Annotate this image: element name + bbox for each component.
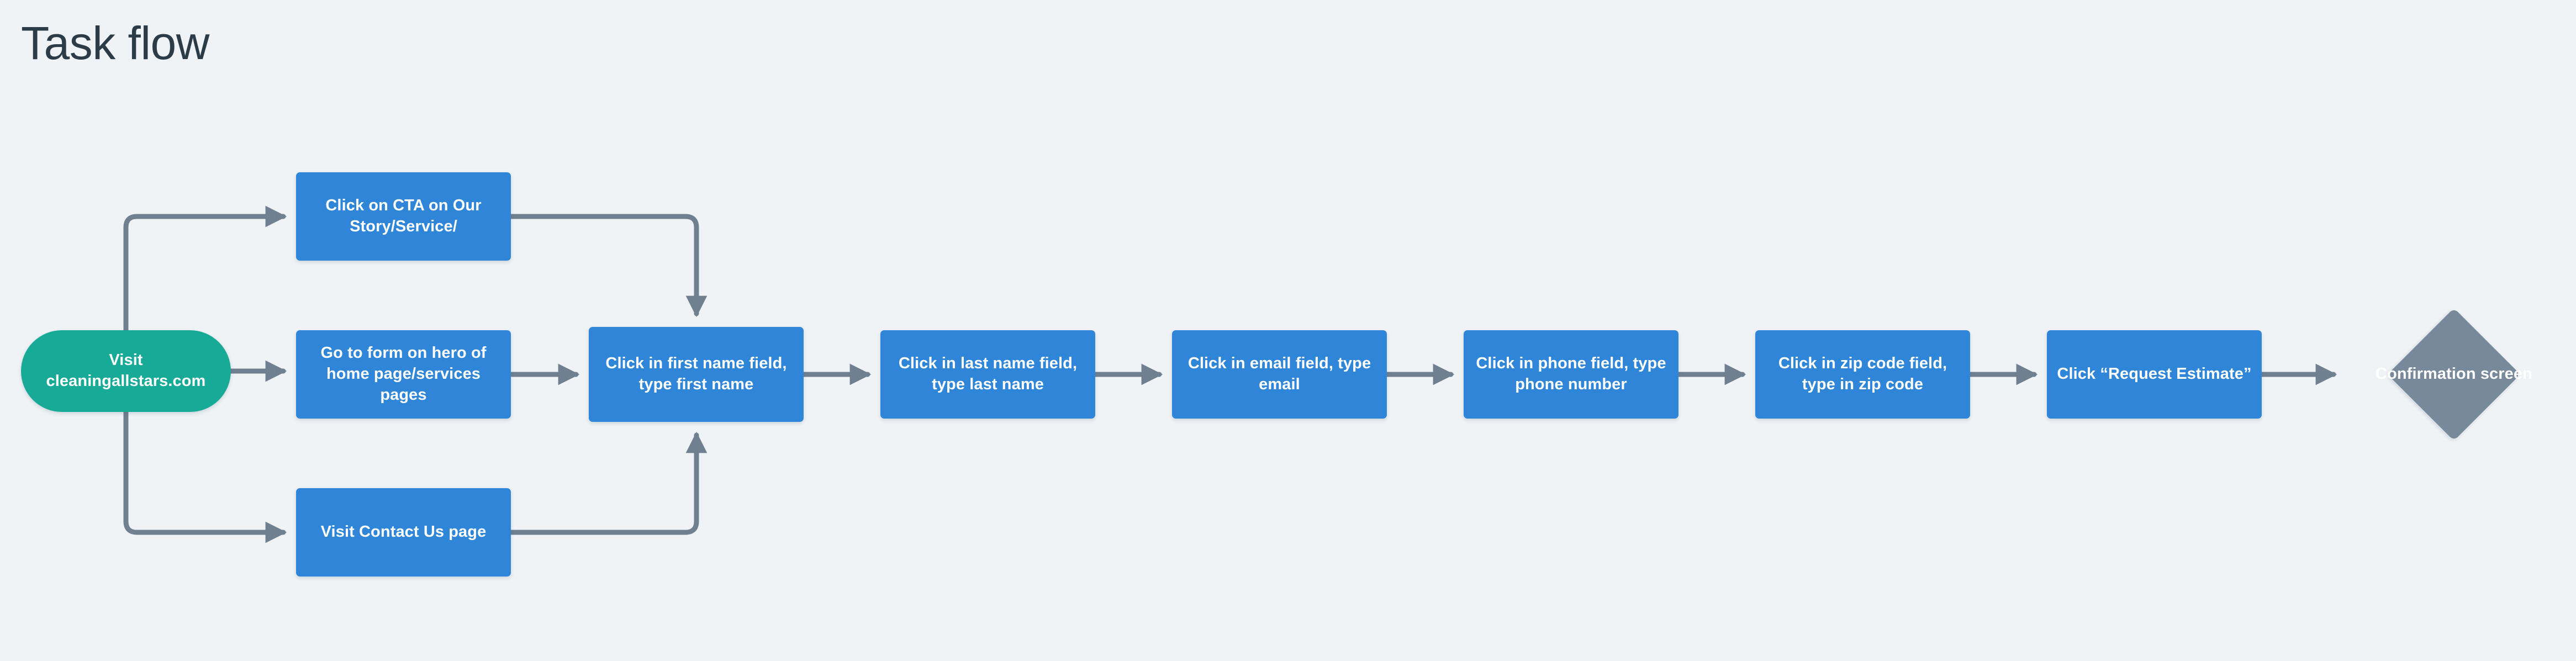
node-confirmation-screen[interactable]: Confirmation screen bbox=[2346, 308, 2562, 441]
edge-cta-to-first-name bbox=[508, 214, 708, 318]
flowchart-canvas: Visit cleaningallstars.com Click on CTA … bbox=[0, 0, 2576, 661]
node-label: Click in email field, type email bbox=[1187, 355, 1371, 393]
node-go-to-hero-form[interactable]: Go to form on hero of home page/services… bbox=[296, 330, 511, 419]
node-start-visit-site[interactable]: Visit cleaningallstars.com bbox=[21, 330, 231, 412]
node-label: Go to form on hero of home page/services… bbox=[320, 344, 487, 404]
node-label: Visit cleaningallstars.com bbox=[46, 351, 206, 390]
node-label: Click in phone field, type phone number bbox=[1476, 355, 1666, 393]
node-label: Click “Request Estimate” bbox=[2057, 365, 2252, 383]
edge-start-to-contact-us bbox=[123, 409, 287, 543]
edge-contact-us-to-first-name bbox=[508, 431, 708, 535]
node-zip-code-field[interactable]: Click in zip code field, type in zip cod… bbox=[1755, 330, 1970, 419]
node-label: Click in zip code field, type in zip cod… bbox=[1778, 355, 1947, 393]
node-first-name-field[interactable]: Click in first name field, type first na… bbox=[589, 327, 804, 422]
node-phone-field[interactable]: Click in phone field, type phone number bbox=[1464, 330, 1678, 419]
node-click-cta[interactable]: Click on CTA on Our Story/Service/ bbox=[296, 172, 511, 261]
node-label: Click on CTA on Our Story/Service/ bbox=[325, 197, 482, 235]
node-last-name-field[interactable]: Click in last name field, type last name bbox=[880, 330, 1095, 419]
node-email-field[interactable]: Click in email field, type email bbox=[1172, 330, 1387, 419]
node-label: Click in first name field, type first na… bbox=[605, 355, 787, 393]
node-label: Click in last name field, type last name bbox=[898, 355, 1078, 393]
node-label: Confirmation screen bbox=[2376, 365, 2532, 383]
node-label: Visit Contact Us page bbox=[320, 523, 487, 541]
node-visit-contact-us[interactable]: Visit Contact Us page bbox=[296, 488, 511, 577]
node-request-estimate-button[interactable]: Click “Request Estimate” bbox=[2047, 330, 2262, 419]
edge-start-to-cta bbox=[123, 205, 287, 333]
